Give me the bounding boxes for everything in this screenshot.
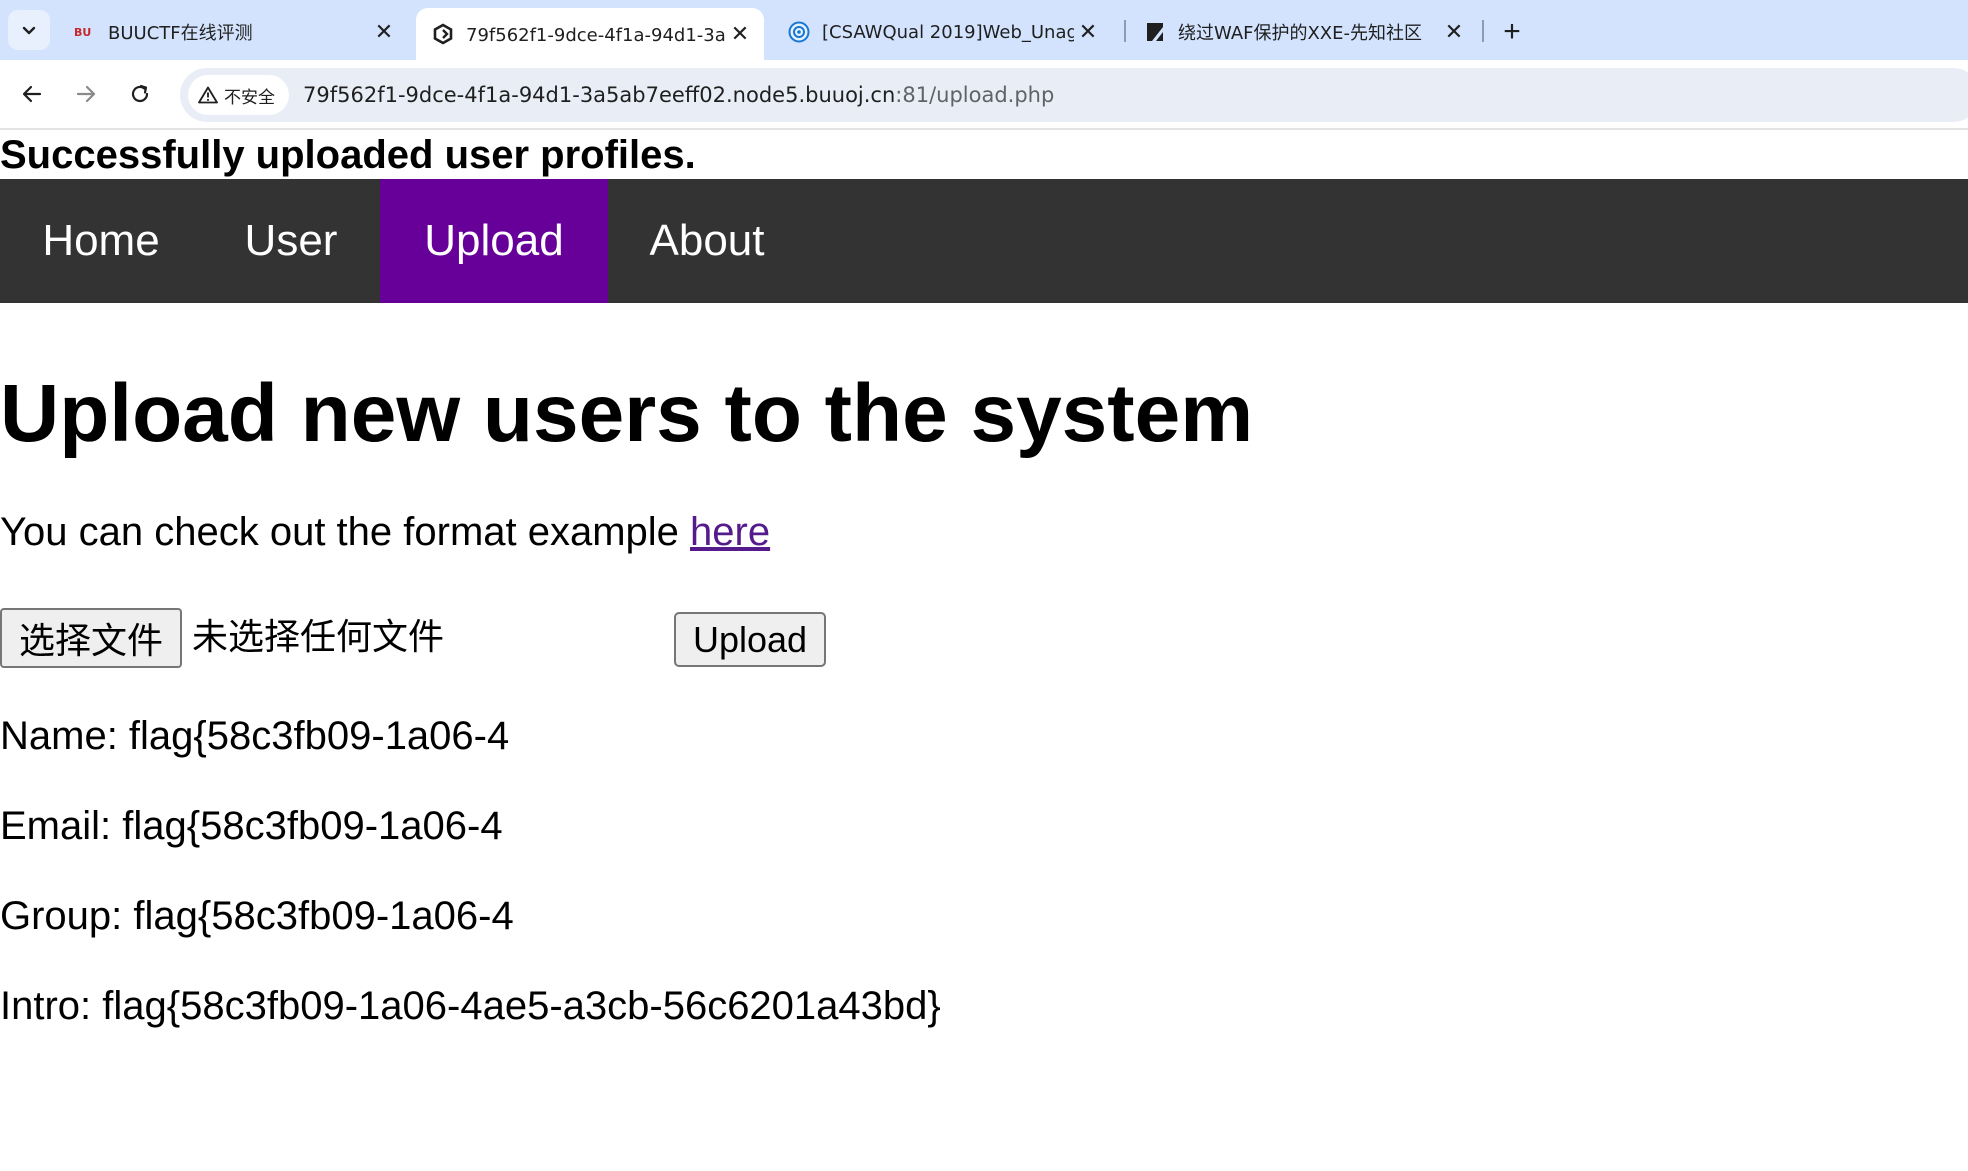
format-instructions: You can check out the format example her… <box>0 508 770 556</box>
nav-about[interactable]: About <box>608 179 806 303</box>
file-status-text: 未选择任何文件 <box>192 617 445 658</box>
reload-button[interactable] <box>120 74 160 114</box>
result-intro: Intro: flag{58c3fb09-1a06-4ae5-a3cb-56c6… <box>0 984 941 1028</box>
tab-separator <box>1124 20 1126 42</box>
security-chip[interactable]: 不安全 <box>188 75 289 115</box>
browser-toolbar: 不安全 79f562f1-9dce-4f1a-94d1-3a5ab7eeff02… <box>0 60 1968 130</box>
forward-button[interactable] <box>66 74 106 114</box>
nav-upload[interactable]: Upload <box>380 179 608 303</box>
close-icon[interactable]: ✕ <box>1074 18 1102 46</box>
close-icon[interactable]: ✕ <box>726 20 754 48</box>
arrow-left-icon <box>22 85 42 103</box>
choose-file-button[interactable]: 选择文件 <box>0 608 182 668</box>
close-icon[interactable]: ✕ <box>370 18 398 46</box>
close-icon[interactable]: ✕ <box>1440 18 1468 46</box>
url-path: :81/upload.php <box>895 83 1055 107</box>
xianzhi-favicon-icon <box>1144 21 1166 43</box>
buuoj-favicon-icon <box>432 23 454 45</box>
tab-title: BUUCTF在线评测 <box>108 23 253 44</box>
success-message: Successfully uploaded user profiles. <box>0 133 696 177</box>
page-content: Successfully uploaded user profiles. Hom… <box>0 130 1968 1171</box>
tab-title: [CSAWQual 2019]Web_Unag <box>822 21 1074 43</box>
tab-separator <box>1482 20 1484 42</box>
tab-search-button[interactable] <box>8 10 50 50</box>
result-group: Group: flag{58c3fb09-1a06-4 <box>0 894 514 938</box>
url-text[interactable]: 79f562f1-9dce-4f1a-94d1-3a5ab7eeff02.nod… <box>303 83 1054 107</box>
nav-user[interactable]: User <box>202 179 380 303</box>
warning-triangle-icon <box>198 86 218 104</box>
tab-upload-page[interactable]: 79f562f1-9dce-4f1a-94d1-3a ✕ <box>416 8 764 60</box>
reload-icon <box>131 84 149 103</box>
tab-csaw[interactable]: [CSAWQual 2019]Web_Unag ✕ <box>772 12 1112 52</box>
address-bar[interactable]: 不安全 79f562f1-9dce-4f1a-94d1-3a5ab7eeff02… <box>180 68 1968 122</box>
tab-title: 79f562f1-9dce-4f1a-94d1-3a <box>466 24 726 46</box>
svg-text:BU: BU <box>74 26 91 39</box>
new-tab-plus-icon[interactable]: + <box>1494 14 1530 50</box>
tab-xianzhi[interactable]: 绕过WAF保护的XXE-先知社区 ✕ <box>1128 12 1478 52</box>
arrow-right-icon <box>76 85 96 103</box>
format-example-link[interactable]: here <box>690 510 770 554</box>
browser-tabstrip: BU BUUCTF在线评测 ✕ 79f562f1-9dce-4f1a-94d1-… <box>0 0 1968 60</box>
buuctf-favicon-icon: BU <box>74 21 96 43</box>
chevron-down-icon <box>22 26 36 35</box>
url-host: 79f562f1-9dce-4f1a-94d1-3a5ab7eeff02.nod… <box>303 83 896 107</box>
upload-submit-button[interactable]: Upload <box>674 612 826 667</box>
security-label: 不安全 <box>224 87 275 108</box>
result-email: Email: flag{58c3fb09-1a06-4 <box>0 804 503 848</box>
back-button[interactable] <box>12 74 52 114</box>
globe-favicon-icon <box>788 21 810 43</box>
page-heading: Upload new users to the system <box>0 368 1254 459</box>
tab-title: 绕过WAF保护的XXE-先知社区 <box>1178 23 1423 44</box>
site-navbar: Home User Upload About <box>0 179 1968 303</box>
format-text: You can check out the format example <box>0 510 691 554</box>
result-name: Name: flag{58c3fb09-1a06-4 <box>0 714 510 758</box>
tab-buuctf[interactable]: BU BUUCTF在线评测 ✕ <box>58 12 408 52</box>
nav-home[interactable]: Home <box>0 179 202 303</box>
